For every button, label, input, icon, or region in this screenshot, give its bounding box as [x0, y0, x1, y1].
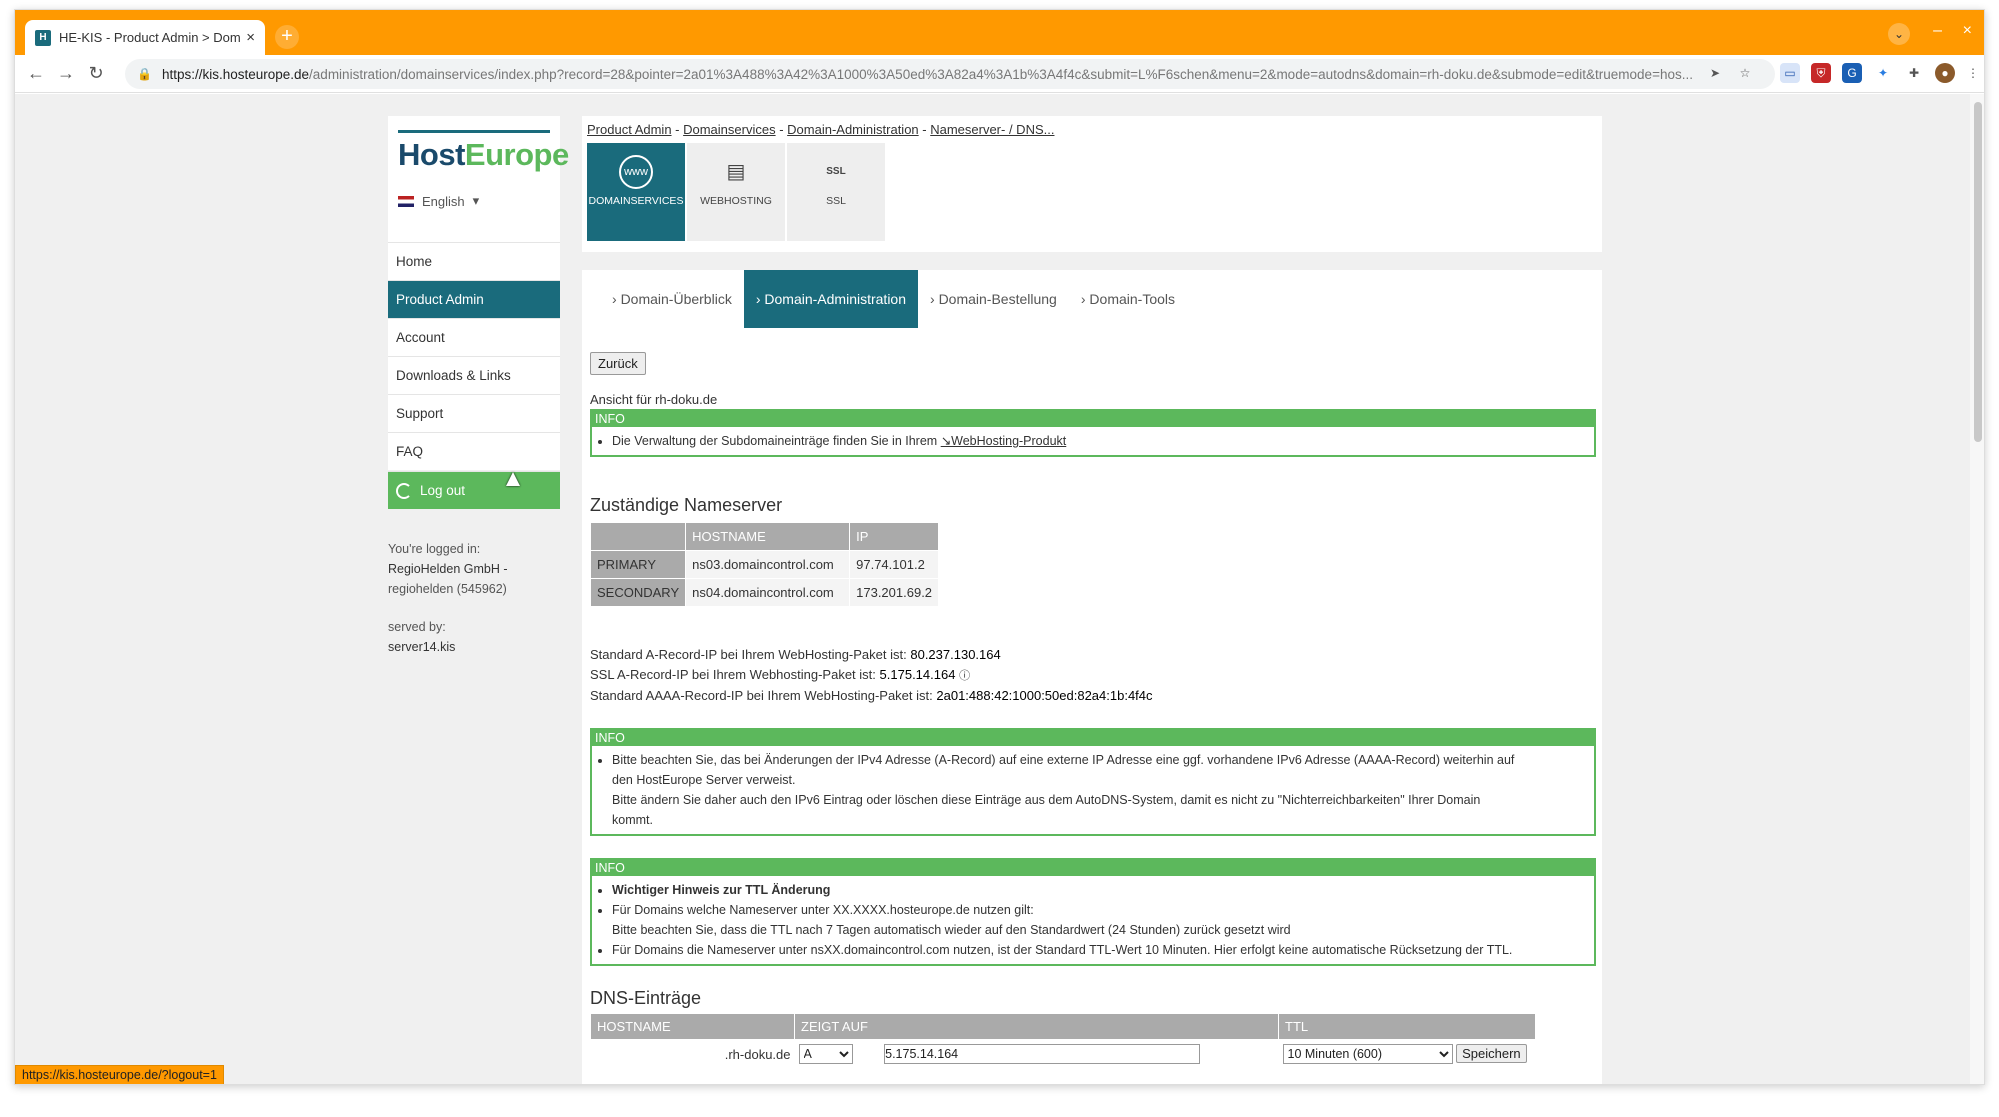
login-info: You're logged in: RegioHelden GmbH - reg… — [388, 539, 560, 657]
nav-item-support[interactable]: Support — [388, 394, 560, 432]
nameserver-heading: Zuständige Nameserver — [590, 495, 783, 515]
tab-domain-overview[interactable]: › Domain-Überblick — [600, 270, 744, 328]
back-button[interactable]: Zurück — [590, 352, 646, 375]
company-name: RegioHelden GmbH - — [388, 562, 508, 576]
tab-title: HE-KIS - Product Admin > Dom — [59, 30, 241, 45]
reload-icon[interactable]: ↻ — [81, 63, 111, 84]
nameserver-table: HOSTNAME IP PRIMARY ns03.domaincontrol.c… — [589, 522, 940, 607]
uk-flag-icon — [398, 195, 414, 207]
minimize-icon[interactable]: – — [1933, 22, 1942, 40]
tab-domain-administration[interactable]: › Domain-Administration — [743, 270, 918, 328]
record-type-select[interactable]: A — [798, 1044, 853, 1064]
service-webhosting[interactable]: ▤ WEBHOSTING — [687, 143, 785, 241]
send-icon[interactable]: ➤ — [1705, 63, 1725, 83]
server-icon: ▤ — [726, 161, 746, 183]
puzzle-icon[interactable]: ✚ — [1904, 63, 1924, 83]
menu-icon[interactable]: ⋮ — [1963, 63, 1983, 83]
tab-strip: H HE-KIS - Product Admin > Dom × + ⌄ – × — [15, 10, 1984, 55]
logo-area: HostEurope English ▾ — [388, 116, 569, 242]
hosteurope-logo[interactable]: HostEurope — [398, 130, 569, 173]
main-panel: › Domain-Überblick › Domain-Administrati… — [582, 270, 1602, 1084]
breadcrumb-nameserver-dns[interactable]: Nameserver- / DNS... — [930, 122, 1054, 137]
tab-domain-tools[interactable]: › Domain-Tools — [1069, 270, 1187, 328]
scrollbar-thumb[interactable] — [1974, 102, 1982, 442]
translate-extension-icon[interactable]: G — [1842, 63, 1862, 83]
browser-tab[interactable]: H HE-KIS - Product Admin > Dom × — [25, 20, 265, 55]
view-for-heading: Ansicht für rh-doku.de — [590, 392, 718, 407]
product-header: Product Admin - Domainservices - Domain-… — [582, 116, 1602, 252]
lock-icon: 🔒 — [137, 67, 152, 81]
tab-domain-order[interactable]: › Domain-Bestellung — [918, 270, 1069, 328]
bookmark-star-icon[interactable]: ☆ — [1735, 63, 1755, 83]
standard-records-info: Standard A-Record-IP bei Ihrem WebHostin… — [590, 647, 1153, 703]
breadcrumb-domainservices[interactable]: Domainservices — [683, 122, 775, 137]
nav-item-faq[interactable]: FAQ — [388, 432, 560, 470]
favicon-icon: H — [35, 29, 51, 46]
logout-label: Log out — [420, 483, 466, 498]
dns-heading: DNS-Einträge — [590, 988, 702, 1008]
server-name: server14.kis — [388, 640, 456, 654]
address-bar[interactable]: 🔒 https://kis.hosteurope.de/administrati… — [125, 59, 1775, 89]
table-row: SECONDARY ns04.domaincontrol.com 173.201… — [589, 578, 940, 607]
page-viewport: HostEurope English ▾ Home Product Admin … — [15, 94, 1970, 1084]
info-box-subdomain: INFO Die Verwaltung der Subdomaineinträg… — [590, 409, 1596, 457]
info-circle-icon[interactable]: ⓘ — [959, 670, 970, 682]
logout-button[interactable]: Log out — [388, 471, 560, 509]
tab-search-icon[interactable]: ⌄ — [1888, 23, 1910, 45]
back-arrow-icon[interactable]: ← — [21, 63, 51, 84]
mouse-cursor-icon — [506, 472, 520, 486]
ttl-select[interactable]: 10 Minuten (600) — [1282, 1044, 1453, 1064]
nav-item-downloads[interactable]: Downloads & Links — [388, 356, 560, 394]
record-value-input[interactable] — [884, 1044, 1201, 1064]
table-row: PRIMARY ns03.domaincontrol.com 97.74.101… — [589, 550, 940, 579]
profile-avatar[interactable]: ● — [1935, 63, 1955, 83]
close-tab-icon[interactable]: × — [246, 29, 255, 46]
vertical-scrollbar[interactable] — [1970, 94, 1984, 1084]
service-domainservices[interactable]: www DOMAINSERVICES — [587, 143, 685, 241]
status-bar-url: https://kis.hosteurope.de/?logout=1 — [15, 1065, 224, 1084]
service-ssl[interactable]: SSL SSL — [787, 143, 885, 241]
table-row: .rh-doku.de A 10 Minuten (600) Speichern — [590, 1039, 1536, 1068]
url-path: /administration/domainservices/index.php… — [309, 66, 1693, 82]
dns-table: HOSTNAME ZEIGT AUF TTL .rh-doku.de A 10 … — [590, 1013, 1536, 1068]
browser-window: H HE-KIS - Product Admin > Dom × + ⌄ – ×… — [14, 9, 1985, 1085]
sidebar: HostEurope English ▾ Home Product Admin … — [388, 116, 569, 657]
breadcrumb-product-admin[interactable]: Product Admin — [587, 122, 672, 137]
forward-arrow-icon[interactable]: → — [51, 63, 81, 84]
breadcrumb: Product Admin - Domainservices - Domain-… — [587, 122, 1055, 137]
language-selector[interactable]: English ▾ — [398, 193, 550, 209]
language-label: English — [422, 193, 465, 209]
shield-extension-icon[interactable]: ⛨ — [1811, 63, 1831, 83]
webhosting-product-link[interactable]: ↘WebHosting-Produkt — [941, 434, 1067, 448]
user-name: regiohelden (545962) — [388, 582, 507, 596]
info-box-ipv6: INFO Bitte beachten Sie, das bei Änderun… — [590, 728, 1596, 836]
extension-icon[interactable]: ▭ — [1780, 63, 1800, 83]
url-host: https://kis.hosteurope.de — [161, 66, 310, 82]
close-window-icon[interactable]: × — [1963, 22, 1972, 40]
nav-item-account[interactable]: Account — [388, 318, 560, 356]
feather-extension-icon[interactable]: ✦ — [1873, 63, 1893, 83]
browser-toolbar: ← → ↻ 🔒 https://kis.hosteurope.de/admini… — [15, 55, 1984, 93]
domain-subtabs: › Domain-Überblick › Domain-Administrati… — [600, 270, 1187, 328]
ssl-shield-icon: SSL — [826, 166, 846, 177]
save-button[interactable]: Speichern — [1456, 1044, 1527, 1063]
domain-content: Ansicht für rh-doku.de INFO Die Verwaltu… — [589, 392, 1596, 1068]
caret-down-icon: ▾ — [472, 193, 480, 208]
www-globe-icon: www — [619, 155, 653, 189]
breadcrumb-domain-administration[interactable]: Domain-Administration — [787, 122, 919, 137]
info-box-ttl: INFO Wichtiger Hinweis zur TTL Änderung … — [590, 858, 1596, 966]
nav-item-product-admin[interactable]: Product Admin — [388, 280, 560, 318]
new-tab-button[interactable]: + — [275, 25, 299, 49]
nav-item-home[interactable]: Home — [388, 242, 560, 280]
logout-icon — [396, 482, 412, 499]
